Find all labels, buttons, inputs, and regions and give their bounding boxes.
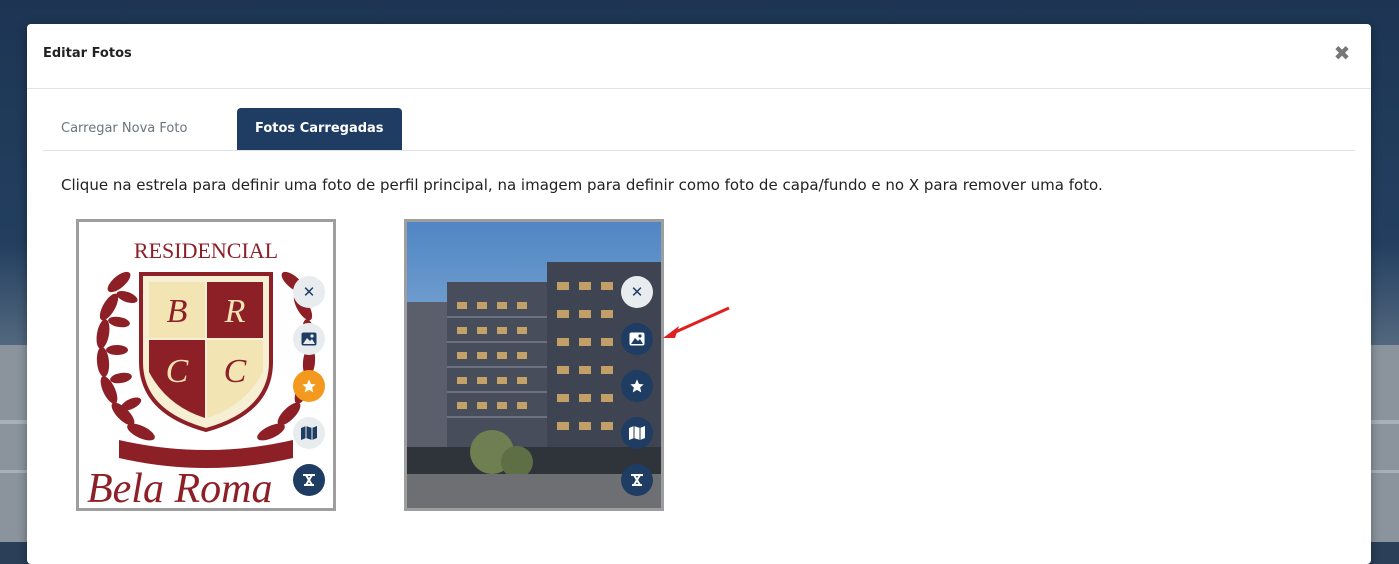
image-icon [629, 332, 645, 346]
star-icon [630, 379, 644, 393]
image-icon [301, 332, 317, 346]
modal-header: Editar Fotos ✖ [27, 24, 1371, 89]
logo-image: RESIDENCIAL B R C C Bela Roma [79, 222, 333, 508]
photo-card-logo[interactable]: RESIDENCIAL B R C C Bela Roma ✕ [76, 219, 336, 511]
modal-title: Editar Fotos [43, 46, 132, 61]
edit-photos-modal: Editar Fotos ✖ Carregar Nova Foto Fotos … [27, 24, 1371, 564]
close-icon: ✕ [630, 282, 644, 301]
tools-button[interactable] [293, 464, 325, 496]
tools-button[interactable] [621, 464, 653, 496]
close-icon[interactable]: ✖ [1331, 42, 1353, 64]
map-button[interactable] [293, 417, 325, 449]
set-cover-button[interactable] [621, 323, 653, 355]
close-icon: ✕ [302, 282, 316, 301]
tools-icon [631, 474, 643, 486]
tools-icon [303, 474, 315, 486]
set-profile-star-button[interactable] [621, 370, 653, 402]
map-icon [629, 426, 645, 440]
tab-uploaded-photos[interactable]: Fotos Carregadas [237, 108, 402, 150]
building-image [407, 222, 661, 508]
tab-upload-new-photo[interactable]: Carregar Nova Foto [43, 108, 205, 150]
map-button[interactable] [621, 417, 653, 449]
set-cover-button[interactable] [293, 323, 325, 355]
logo-letter: B [167, 293, 188, 330]
photo-card-building[interactable]: ✕ [404, 219, 664, 511]
tabs: Carregar Nova Foto Fotos Carregadas [43, 108, 1355, 151]
annotation-arrow [663, 306, 730, 338]
remove-photo-button[interactable]: ✕ [293, 276, 325, 308]
logo-letter: C [224, 353, 247, 390]
set-profile-star-button[interactable] [293, 370, 325, 402]
logo-letter: C [166, 353, 189, 390]
logo-bottom-text: Bela Roma [87, 466, 272, 508]
map-icon [301, 426, 317, 440]
star-icon [302, 379, 316, 393]
remove-photo-button[interactable]: ✕ [621, 276, 653, 308]
instructions-text: Clique na estrela para definir uma foto … [61, 176, 1103, 194]
logo-letter: R [224, 293, 246, 330]
logo-top-text: RESIDENCIAL [134, 238, 278, 263]
